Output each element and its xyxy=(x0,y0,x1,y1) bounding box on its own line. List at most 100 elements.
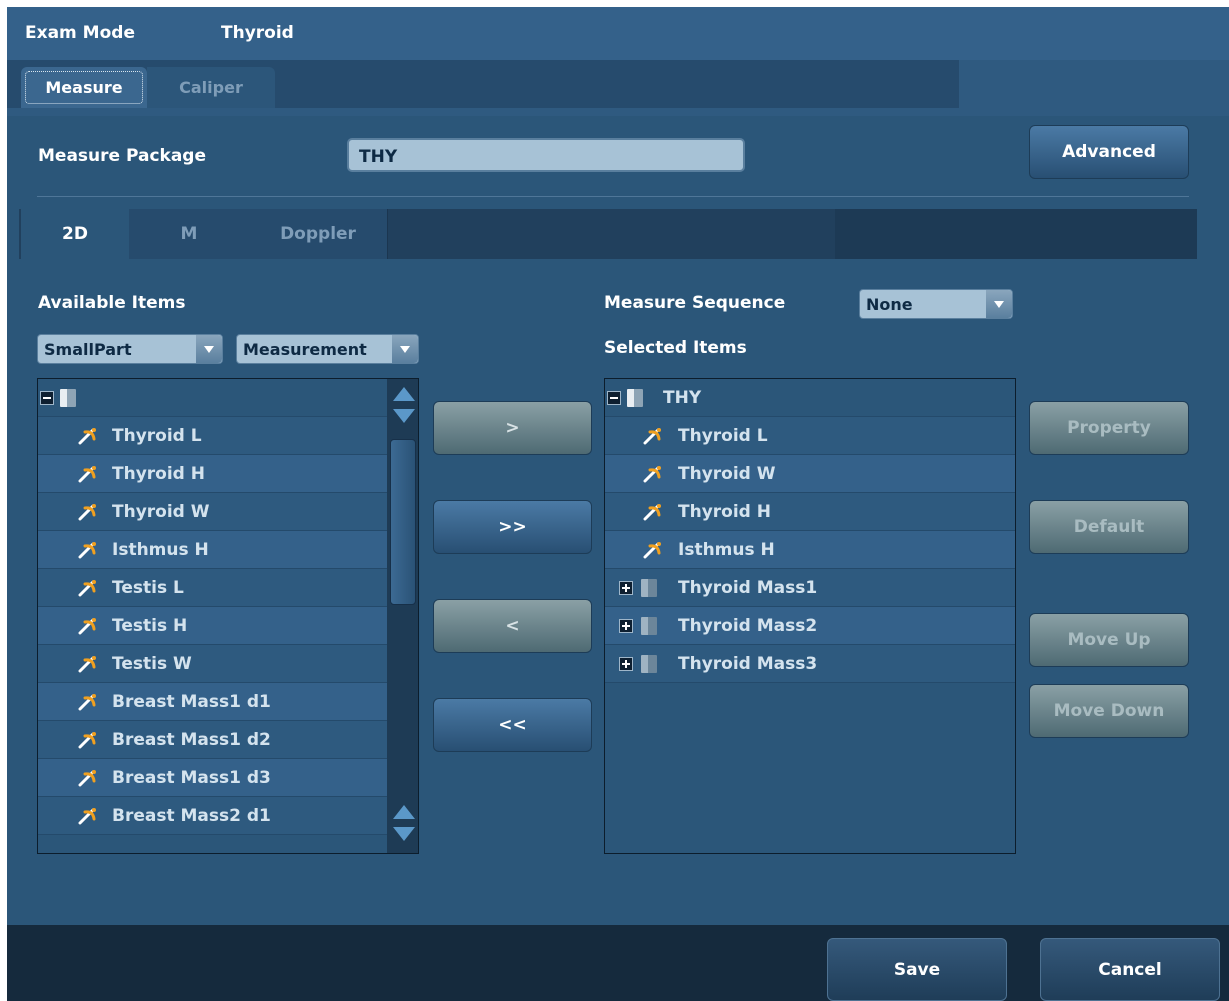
save-button[interactable]: Save xyxy=(827,938,1007,1001)
list-item[interactable]: Thyroid L xyxy=(38,417,387,455)
add-all-button[interactable]: >> xyxy=(433,500,592,554)
move-up-button[interactable]: Move Up xyxy=(1029,613,1189,667)
exam-mode-label: Exam Mode xyxy=(25,23,135,43)
selected-group[interactable]: Thyroid Mass3 xyxy=(605,645,1015,683)
caliper-icon xyxy=(78,808,96,825)
caliper-icon xyxy=(78,580,96,597)
caliper-icon xyxy=(643,428,661,445)
chevron-down-icon xyxy=(986,290,1012,318)
selected-group[interactable]: Thyroid Mass1 xyxy=(605,569,1015,607)
cancel-button[interactable]: Cancel xyxy=(1040,938,1220,1001)
scroll-up-icon[interactable] xyxy=(393,387,415,401)
expand-icon[interactable] xyxy=(619,581,633,595)
folder-icon xyxy=(641,617,657,635)
folder-icon xyxy=(627,389,643,407)
tab-measure-label: Measure xyxy=(25,71,143,104)
selected-item-label: Thyroid H xyxy=(678,502,771,522)
measure-sequence-label: Measure Sequence xyxy=(604,293,786,313)
list-item-label: Thyroid W xyxy=(112,502,210,522)
list-item-label: Thyroid L xyxy=(112,426,202,446)
list-item-label: Testis H xyxy=(112,616,188,636)
tab-m[interactable]: M xyxy=(129,209,250,259)
selected-root-label: THY xyxy=(663,388,702,408)
tab-2d[interactable]: 2D xyxy=(21,209,129,259)
list-item-label: Breast Mass1 d2 xyxy=(112,730,271,750)
caliper-icon xyxy=(643,542,661,559)
property-button[interactable]: Property xyxy=(1029,401,1189,455)
region-select[interactable]: SmallPart xyxy=(37,334,223,364)
list-item-label: Breast Mass1 d3 xyxy=(112,768,271,788)
caliper-icon xyxy=(78,656,96,673)
selected-group[interactable]: Thyroid Mass2 xyxy=(605,607,1015,645)
selected-item-label: Isthmus H xyxy=(678,540,775,560)
caliper-icon xyxy=(643,466,661,483)
list-item[interactable]: Isthmus H xyxy=(38,531,387,569)
scroll-up-icon[interactable] xyxy=(393,805,415,819)
list-item[interactable]: Breast Mass1 d1 xyxy=(38,683,387,721)
selected-item[interactable]: Isthmus H xyxy=(605,531,1015,569)
separator xyxy=(37,196,1189,197)
move-down-button[interactable]: Move Down xyxy=(1029,684,1189,738)
selected-item[interactable]: Thyroid L xyxy=(605,417,1015,455)
list-item[interactable]: Testis W xyxy=(38,645,387,683)
add-button[interactable]: > xyxy=(433,401,592,455)
caliper-icon xyxy=(78,542,96,559)
advanced-button[interactable]: Advanced xyxy=(1029,125,1189,179)
chevron-down-icon xyxy=(392,335,418,363)
exam-mode-header xyxy=(7,7,1229,60)
list-item-label: Breast Mass2 d1 xyxy=(112,806,271,826)
available-items-list: Thyroid L Thyroid H Thyroid W Isthmus H Test… xyxy=(37,378,419,854)
list-item[interactable]: Breast Mass1 d2 xyxy=(38,721,387,759)
caliper-icon xyxy=(78,428,96,445)
selected-item-label: Thyroid W xyxy=(678,464,776,484)
selected-group-label: Thyroid Mass2 xyxy=(678,616,818,636)
selected-items-label: Selected Items xyxy=(604,338,747,358)
caliper-icon xyxy=(78,694,96,711)
list-item[interactable]: Testis H xyxy=(38,607,387,645)
selected-item[interactable]: Thyroid H xyxy=(605,493,1015,531)
tab-measure[interactable]: Measure xyxy=(21,67,147,108)
mode-tab-strip-end xyxy=(835,209,1197,259)
measure-sequence-value: None xyxy=(866,295,913,314)
selected-root[interactable]: THY xyxy=(605,379,1015,417)
exam-mode-value: Thyroid xyxy=(221,23,294,43)
chevron-down-icon xyxy=(196,335,222,363)
list-item[interactable]: Thyroid W xyxy=(38,493,387,531)
caliper-icon xyxy=(78,504,96,521)
scroll-down-icon[interactable] xyxy=(393,409,415,423)
list-item-label: Testis W xyxy=(112,654,192,674)
region-select-value: SmallPart xyxy=(44,340,132,359)
scrollbar-thumb[interactable] xyxy=(390,439,416,605)
measure-package-field[interactable]: THY xyxy=(347,138,745,172)
selected-item[interactable]: Thyroid W xyxy=(605,455,1015,493)
list-item[interactable]: Breast Mass2 d1 xyxy=(38,797,387,835)
expand-icon[interactable] xyxy=(619,619,633,633)
list-item-label: Thyroid H xyxy=(112,464,205,484)
type-select-value: Measurement xyxy=(243,340,367,359)
expand-icon[interactable] xyxy=(619,657,633,671)
list-root[interactable] xyxy=(38,379,387,417)
measure-sequence-select[interactable]: None xyxy=(859,289,1013,319)
collapse-icon[interactable] xyxy=(40,391,54,405)
caliper-icon xyxy=(643,504,661,521)
remove-button[interactable]: < xyxy=(433,599,592,653)
measure-settings-dialog: Exam Mode Thyroid Measure Caliper Measur… xyxy=(7,7,1229,1001)
list-item[interactable]: Breast Mass1 d3 xyxy=(38,759,387,797)
available-scrollbar[interactable] xyxy=(387,379,418,853)
tab-doppler[interactable]: Doppler xyxy=(249,209,388,259)
caliper-icon xyxy=(78,770,96,787)
caliper-icon xyxy=(78,466,96,483)
list-item[interactable]: Thyroid H xyxy=(38,455,387,493)
remove-all-button[interactable]: << xyxy=(433,698,592,752)
type-select[interactable]: Measurement xyxy=(236,334,419,364)
list-item[interactable]: Testis L xyxy=(38,569,387,607)
scroll-down-icon[interactable] xyxy=(393,827,415,841)
caliper-icon xyxy=(78,732,96,749)
selected-items-list: THY Thyroid L Thyroid W Thyroid H Isthmus H… xyxy=(604,378,1016,854)
collapse-icon[interactable] xyxy=(607,391,621,405)
selected-group-label: Thyroid Mass3 xyxy=(678,654,818,674)
default-button[interactable]: Default xyxy=(1029,500,1189,554)
selected-group-label: Thyroid Mass1 xyxy=(678,578,818,598)
list-item-label: Testis L xyxy=(112,578,184,598)
tab-caliper[interactable]: Caliper xyxy=(147,67,275,108)
